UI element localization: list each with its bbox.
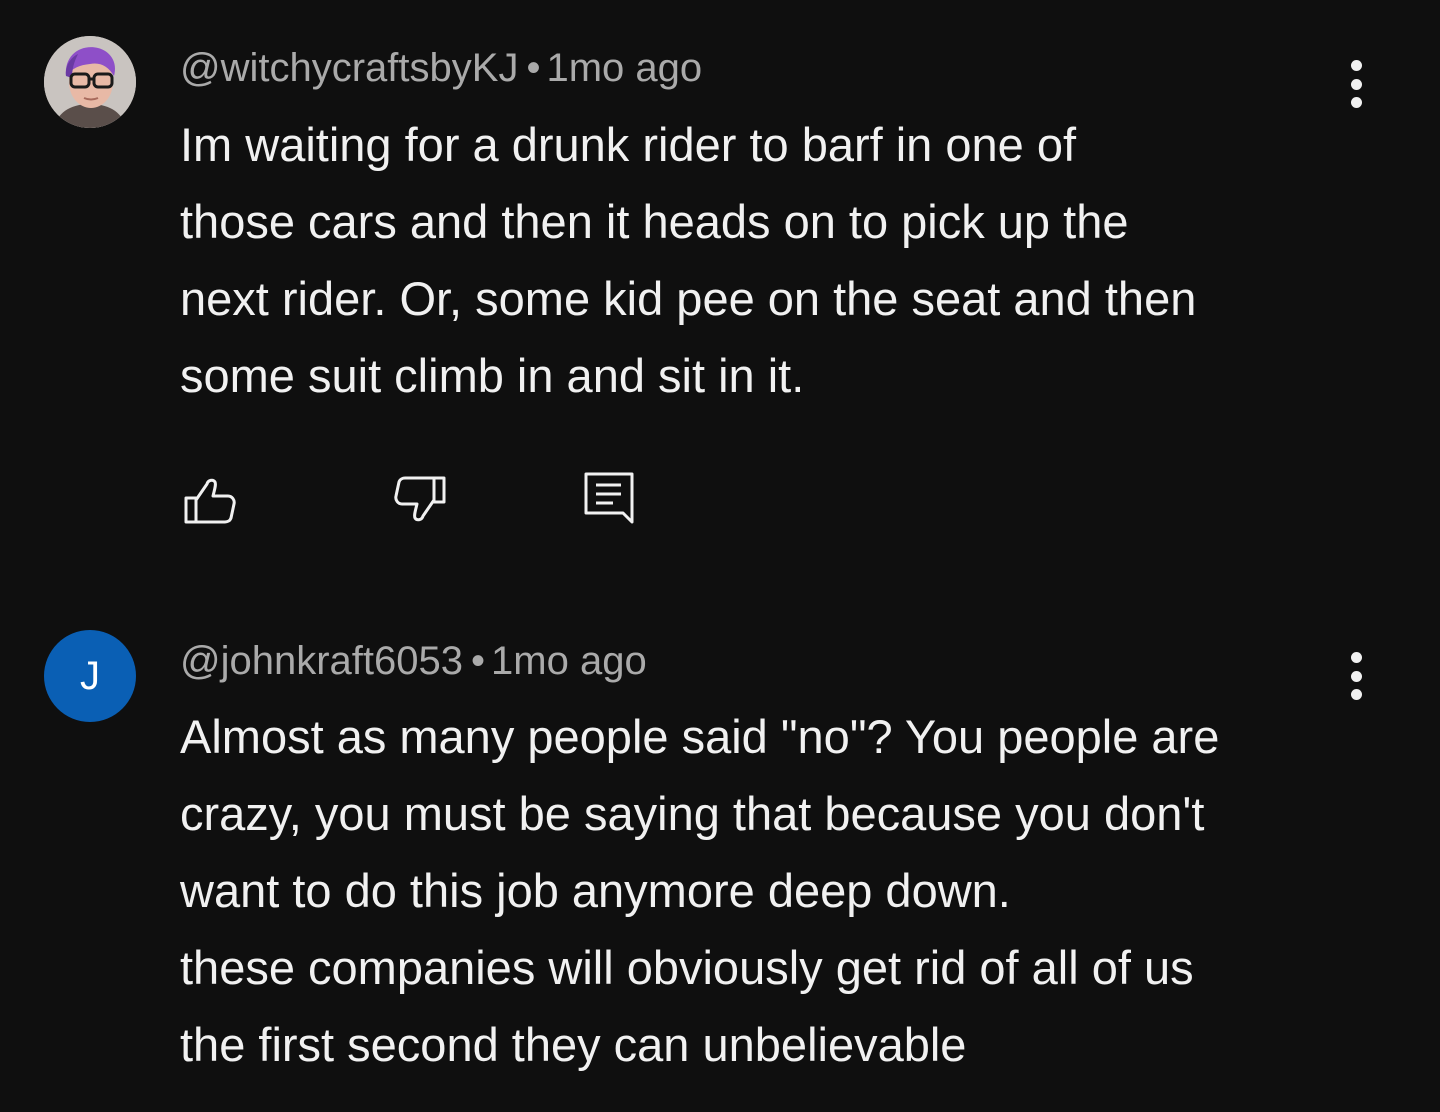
dislike-button[interactable]	[390, 470, 450, 530]
more-options-icon[interactable]	[1348, 60, 1364, 108]
author-name[interactable]: @johnkraft6053	[180, 639, 463, 683]
more-options-icon[interactable]	[1348, 652, 1364, 700]
avatar-initial: J	[80, 653, 100, 698]
comment: J @johnkraft6053 • 1mo ago Almost as many …	[0, 600, 1440, 1112]
comment-text-line: the first second they can unbelievable	[180, 1018, 967, 1071]
comment-text-line: these companies will obviously get rid o…	[180, 941, 1194, 994]
comment-text-line: next rider. Or, some kid pee on the seat…	[180, 272, 1197, 325]
user-avatar[interactable]: J	[44, 630, 136, 722]
like-icon	[184, 478, 236, 524]
comment: @witchycraftsbyKJ • 1mo ago Im waiting for…	[0, 0, 1440, 600]
comment-text: Im waiting for a drunk rider to barf in …	[180, 106, 1360, 414]
author-name[interactable]: @witchycraftsbyKJ	[180, 46, 518, 90]
comment-text-line: crazy, you must be saying that because y…	[180, 787, 1205, 840]
comment-meta: @johnkraft6053 • 1mo ago	[180, 637, 647, 685]
comment-text-line: Im waiting for a drunk rider to barf in …	[180, 118, 1077, 171]
separator-dot: •	[526, 46, 541, 90]
reply-button[interactable]	[580, 470, 640, 530]
separator-dot: •	[471, 639, 486, 683]
profile-photo-icon	[44, 36, 136, 128]
comment-text-line: those cars and then it heads on to pick …	[180, 195, 1129, 248]
timestamp[interactable]: 1mo ago	[491, 639, 647, 683]
comment-text: Almost as many people said "no"? You peo…	[180, 698, 1360, 1083]
like-button[interactable]	[180, 470, 240, 530]
reply-icon	[584, 472, 634, 524]
comment-text-line: some suit climb in and sit in it.	[180, 349, 805, 402]
timestamp[interactable]: 1mo ago	[546, 46, 702, 90]
user-avatar[interactable]	[44, 36, 136, 128]
comment-meta: @witchycraftsbyKJ • 1mo ago	[180, 44, 702, 92]
comment-text-line: want to do this job anymore deep down.	[180, 864, 1011, 917]
dislike-icon	[394, 476, 446, 522]
comment-text-line: Almost as many people said "no"? You peo…	[180, 710, 1220, 763]
